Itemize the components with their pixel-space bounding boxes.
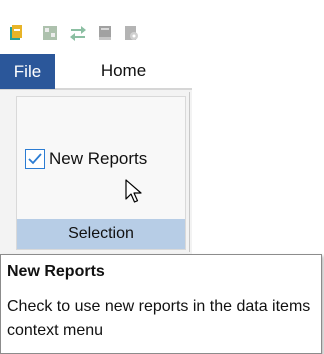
transfer-icon[interactable] [69, 24, 86, 42]
tab-file[interactable]: File [0, 54, 55, 89]
selection-group: New Reports Selection [16, 96, 186, 250]
new-reports-checkbox[interactable] [25, 149, 45, 169]
tooltip-title: New Reports [7, 263, 105, 280]
book-icon[interactable] [97, 24, 113, 42]
mouse-pointer-icon [125, 179, 143, 205]
group-label: Selection [17, 219, 185, 249]
new-reports-option[interactable]: New Reports [25, 149, 147, 169]
tab-home[interactable]: Home [55, 54, 192, 89]
tooltip: New Reports Check to use new reports in … [0, 254, 322, 354]
gear-icon[interactable] [122, 24, 138, 42]
checkmark-icon [28, 153, 42, 165]
quick-access-toolbar [0, 0, 324, 54]
ribbon-tabs: File Home [0, 54, 192, 89]
report-icon[interactable] [42, 24, 58, 42]
tooltip-body: Check to use new reports in the data ite… [7, 298, 311, 339]
app-icon[interactable] [8, 24, 24, 42]
ribbon-panel: New Reports Selection [0, 89, 192, 257]
group-divider [189, 92, 190, 252]
new-reports-label: New Reports [49, 149, 148, 168]
